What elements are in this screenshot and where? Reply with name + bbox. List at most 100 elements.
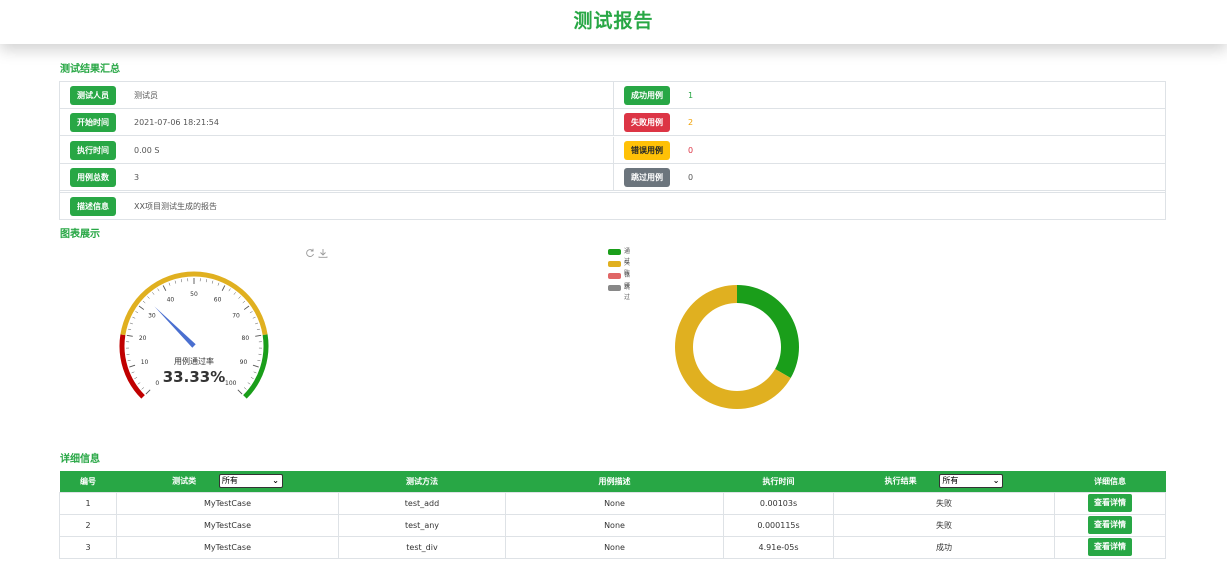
result-filter-select[interactable]: 所有 ⌄ xyxy=(939,474,1004,489)
gauge-tick-label: 0 xyxy=(155,380,159,387)
summary-section-title: 测试结果汇总 xyxy=(60,64,120,75)
tester-cell: 测试人员 测试员 xyxy=(60,82,613,109)
result-donut-chart xyxy=(675,285,799,409)
start-badge: 开始时间 xyxy=(70,113,116,132)
gauge-tick xyxy=(249,311,253,314)
error-badge: 错误用例 xyxy=(624,141,670,160)
gauge-tick xyxy=(132,316,136,319)
gauge-tick xyxy=(238,296,241,299)
gauge-tick xyxy=(168,282,171,286)
gauge-tick xyxy=(233,292,236,295)
duration-cell: 执行时间 0.00 S xyxy=(60,137,613,164)
fail-cell: 失败用例 2 xyxy=(613,109,1166,136)
total-badge: 用例总数 xyxy=(70,168,116,187)
gauge-tick xyxy=(255,334,262,337)
row-action-cell: 查看详情 xyxy=(1054,491,1166,515)
gauge-tick xyxy=(134,377,138,379)
charts-section-title: 图表展示 xyxy=(60,229,100,240)
row-result: 失败 xyxy=(833,513,1055,537)
gauge-tick xyxy=(162,285,167,291)
pass-rate-gauge: 0 10 20 30 40 50 60 70 80 90 100 用例通过率 33.33% xyxy=(119,271,269,399)
gauge-tick-label: 10 xyxy=(141,359,149,366)
row-result: 成功 xyxy=(833,535,1055,559)
summary-row: 描述信息 XX项目测试生成的报告 xyxy=(60,192,1165,219)
page-title: 测试报告 xyxy=(573,10,654,32)
skip-badge: 跳过用例 xyxy=(624,168,670,187)
gauge-tick xyxy=(243,387,247,390)
gauge-tick xyxy=(242,300,246,304)
gauge-tick xyxy=(205,279,207,283)
gauge-tick xyxy=(128,328,132,331)
gauge-tick xyxy=(255,322,259,325)
result-filter-value: 所有 xyxy=(942,476,959,486)
col-header-result-label: 执行结果 xyxy=(884,476,917,486)
legend-swatch-skip xyxy=(608,285,621,291)
gauge-tick-label: 90 xyxy=(240,359,248,366)
detail-section-title: 详细信息 xyxy=(60,454,100,465)
gauge-tick xyxy=(217,282,220,286)
tester-value: 测试员 xyxy=(134,91,158,100)
gauge-tick xyxy=(157,288,160,292)
view-detail-button[interactable]: 查看详情 xyxy=(1088,516,1132,534)
gauge-tick xyxy=(256,328,260,331)
total-cell: 用例总数 3 xyxy=(60,164,613,191)
start-cell: 开始时间 2021-07-06 18:21:54 xyxy=(60,109,613,136)
gauge-tick xyxy=(147,296,150,299)
detail-header-row: 编号 测试类 所有 ⌄ 测试方法 用例描述 执行时间 执行结果 所有 ⌄ 详细信… xyxy=(59,471,1166,492)
legend-swatch-error xyxy=(608,273,621,279)
gauge-tick-label: 70 xyxy=(232,312,240,319)
skip-cell: 跳过用例 0 xyxy=(613,164,1166,191)
legend-swatch-pass xyxy=(608,249,621,255)
desc-cell: 描述信息 XX项目测试生成的报告 xyxy=(60,193,1165,220)
legend-swatch-fail xyxy=(608,261,621,267)
gauge-tick xyxy=(237,389,243,395)
table-row: 1 MyTestCase test_add None 0.00103s 失败 查… xyxy=(59,491,1166,515)
col-header-result: 执行结果 所有 ⌄ xyxy=(833,471,1055,492)
row-action-cell: 查看详情 xyxy=(1054,513,1166,537)
gauge-tick xyxy=(137,382,141,385)
view-detail-button[interactable]: 查看详情 xyxy=(1088,494,1132,512)
gauge-tick xyxy=(252,364,259,368)
row-class: MyTestCase xyxy=(116,535,339,559)
gauge-tick xyxy=(257,359,261,362)
col-header-time: 执行时间 xyxy=(723,471,834,492)
col-header-detail: 详细信息 xyxy=(1054,471,1166,492)
gauge-tick xyxy=(228,288,231,292)
gauge-tick xyxy=(247,382,251,385)
summary-table: 测试人员 测试员 成功用例 1 开始时间 2021-07-06 18:21:54… xyxy=(59,81,1166,220)
row-time: 4.91e-05s xyxy=(723,535,834,559)
gauge-tick xyxy=(129,364,136,368)
gauge-tick xyxy=(127,359,131,362)
gauge-tick xyxy=(174,280,177,284)
row-method: test_add xyxy=(338,491,506,515)
gauge-tick-label: 50 xyxy=(190,291,198,298)
refresh-icon[interactable] xyxy=(305,248,315,258)
gauge-tick xyxy=(142,300,146,304)
row-class: MyTestCase xyxy=(116,513,339,537)
row-time: 0.00103s xyxy=(723,491,834,515)
row-desc: None xyxy=(505,535,724,559)
error-count: 0 xyxy=(688,146,694,155)
total-value: 3 xyxy=(134,173,140,182)
gauge-tick xyxy=(138,305,145,310)
view-detail-button[interactable]: 查看详情 xyxy=(1088,538,1132,556)
row-method: test_div xyxy=(338,535,506,559)
summary-row: 用例总数 3 跳过用例 0 xyxy=(60,164,1165,191)
row-no: 2 xyxy=(59,513,117,537)
gauge-value: 33.33% xyxy=(163,368,225,386)
gauge-tick xyxy=(250,377,254,379)
skip-count: 0 xyxy=(688,173,694,182)
detail-table: 编号 测试类 所有 ⌄ 测试方法 用例描述 执行时间 执行结果 所有 ⌄ 详细信… xyxy=(59,471,1166,559)
gauge-tick xyxy=(211,280,214,284)
table-row: 2 MyTestCase test_any None 0.000115s 失败 … xyxy=(59,513,1166,537)
gauge-tick xyxy=(181,279,183,283)
class-filter-select[interactable]: 所有 ⌄ xyxy=(218,474,283,489)
gauge-tick xyxy=(145,389,151,395)
download-icon[interactable] xyxy=(318,248,328,258)
success-cell: 成功用例 1 xyxy=(613,82,1166,109)
desc-value: XX项目测试生成的报告 xyxy=(134,202,217,211)
gauge-needle xyxy=(154,306,196,348)
duration-value: 0.00 S xyxy=(134,146,160,155)
col-header-class-label: 测试类 xyxy=(172,476,197,486)
donut-slice-pass[interactable] xyxy=(737,285,799,378)
